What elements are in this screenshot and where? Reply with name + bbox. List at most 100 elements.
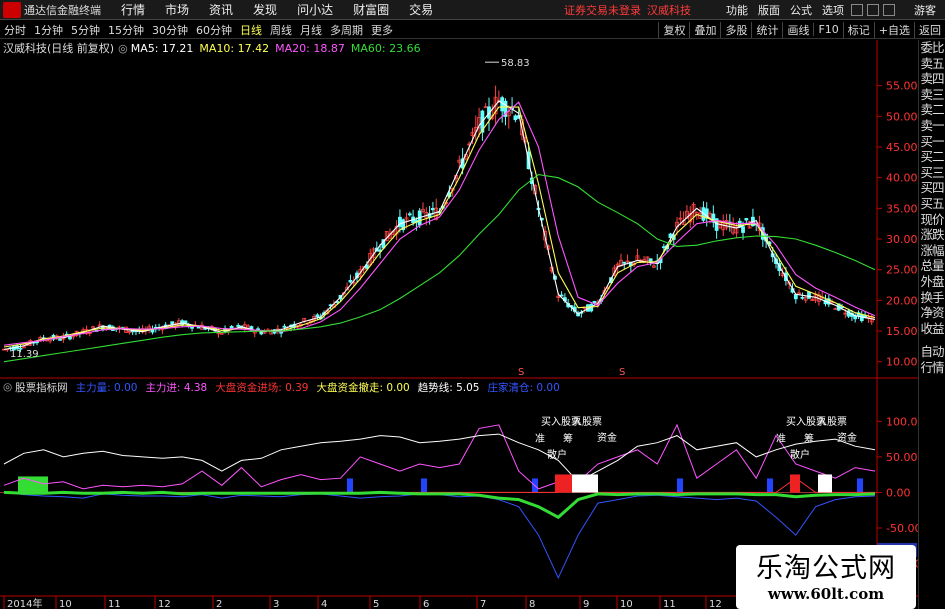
f10-button[interactable]: F10 [813,23,842,36]
ma20-label: MA20: 18.87 [275,41,345,55]
draw-line-button[interactable]: 画线 [782,21,813,38]
adjust-button[interactable]: 复权 [658,21,689,38]
time-tick-label: 10 [59,599,72,609]
menu-discover[interactable]: 发现 [243,1,287,18]
price-tick-label: 50.00 [886,110,918,123]
indicator-value-fund-in: 大盘资金进场: 0.39 [215,381,309,394]
menu-formula[interactable]: 公式 [785,2,817,18]
indicator-bar [677,478,683,493]
sidebar-item-2[interactable]: 卖四 [919,71,945,87]
indicator-signal-label: 入股票 [572,416,602,428]
sidebar-item-1[interactable]: 卖五 [919,56,945,72]
price-tick-label: 35.00 [886,202,918,215]
quote-sidebar: 委比 卖五 卖四 卖三 卖二 卖一 买一 买二 买三 买四 买五 现价 涨跌 涨幅 总量 外盘 换手 净资 收益自动… [918,40,945,609]
menubar: 通达信金融终端 行情 市场 资讯 发现 问小达 财富圈 交易 证券交易未登录 汉… [0,0,945,20]
tab-5min[interactable]: 5分钟 [67,22,104,38]
indicator-signal-label: 入股票 [817,416,847,428]
tab-weekly[interactable]: 周线 [266,22,296,38]
tab-15min[interactable]: 15分钟 [104,22,148,38]
overlay-button[interactable]: 叠加 [689,21,720,38]
settings-icon[interactable]: ◎ [3,381,12,393]
sidebar-item-19[interactable]: 自动 [919,344,945,360]
tab-30min[interactable]: 30分钟 [148,22,192,38]
menu-layout[interactable]: 版面 [753,2,785,18]
menu-market[interactable]: 市场 [155,1,199,18]
sidebar-item-3[interactable]: 卖三 [919,87,945,103]
sidebar-item-6[interactable]: 买一 [919,134,945,150]
sidebar-item-13[interactable]: 涨幅 [919,243,945,259]
candle-body [661,246,666,249]
back-button[interactable]: 返回 [914,21,945,38]
indicator-value-trend: 趋势线: 5.05 [417,381,480,394]
watermark-url: www.60lt.com [767,585,885,603]
candle-body [183,320,188,324]
high-price-label: 58.83 [501,58,530,69]
indicator-bar [421,478,427,493]
app-logo-icon [3,1,21,18]
menu-function[interactable]: 功能 [721,2,753,18]
time-tick-label: 4 [321,599,327,609]
time-tick-label: 11 [108,599,121,609]
time-tick-label: 8 [529,599,535,609]
fund-in-bar [790,474,800,493]
sidebar-item-8[interactable]: 买三 [919,165,945,181]
tab-more[interactable]: 更多 [367,22,397,38]
time-tick-label: 9 [583,599,589,609]
tab-monthly[interactable]: 月线 [296,22,326,38]
login-notice[interactable]: 证券交易未登录 [564,2,641,18]
tab-intraday[interactable]: 分时 [0,22,30,38]
add-watchlist-button[interactable]: +自选 [873,21,914,38]
tab-60min[interactable]: 60分钟 [192,22,236,38]
charts-svg: 58.8311.39SS 买入股票入股票准筹资金散户买入股票入股票准筹资金散户-… [0,40,918,609]
sidebar-item-14[interactable]: 总量 [919,258,945,274]
ma-line-ma20 [3,101,876,346]
menu-quotes[interactable]: 行情 [111,1,155,18]
time-tick-label: 3 [273,599,279,609]
guest-link[interactable]: 游客 [909,2,941,18]
tab-1min[interactable]: 1分钟 [30,22,67,38]
sidebar-item-7[interactable]: 买二 [919,149,945,165]
multi-stock-button[interactable]: 多股 [720,21,751,38]
sidebar-item-15[interactable]: 外盘 [919,274,945,290]
sidebar-item-11[interactable]: 现价 [919,212,945,228]
sidebar-item-20[interactable]: 行情 [919,360,945,376]
menu-wealth[interactable]: 财富圈 [343,1,399,18]
menu-options[interactable]: 选项 [817,2,849,18]
sidebar-item-18[interactable]: 收益 [919,321,945,337]
sidebar-item-10[interactable]: 买五 [919,196,945,212]
statistics-button[interactable]: 统计 [751,21,782,38]
price-tick-label: 45.00 [886,141,918,154]
mark-button[interactable]: 标记 [842,21,874,38]
sidebar-item-0[interactable]: 委比 [919,40,945,56]
maximize-icon[interactable] [867,3,879,16]
ma5-label: MA5: 17.21 [130,41,194,55]
indicator-signal-label: 准 [535,433,545,445]
tab-multi-period[interactable]: 多周期 [326,22,367,38]
sidebar-item-9[interactable]: 买四 [919,180,945,196]
ma60-label: MA60: 23.66 [350,41,421,55]
indicator-signal-label: 散户 [790,448,810,461]
time-tick-label: 6 [423,599,429,609]
indicator-title: 股票指标网 [15,381,68,394]
indicator-signal-label: 筹 [804,432,814,445]
candle-body [431,208,435,211]
sidebar-item-5[interactable]: 卖一 [919,118,945,134]
menu-ask[interactable]: 问小达 [287,1,343,18]
signal-marker: S [518,367,524,378]
minimize-icon[interactable] [851,3,863,16]
close-icon[interactable] [883,3,895,16]
price-tick-label: 40.00 [886,172,918,185]
menu-trade[interactable]: 交易 [399,1,443,18]
candle-body [741,226,745,233]
price-tick-label: 10.00 [886,356,918,369]
sidebar-item-16[interactable]: 换手 [919,290,945,306]
menu-news[interactable]: 资讯 [199,1,243,18]
indicator-signal-label: 准 [776,433,786,445]
sidebar-item-17[interactable]: 净资 [919,305,945,321]
indicator-tick-label: -50.00 [886,522,918,535]
tab-daily[interactable]: 日线 [236,22,266,38]
sidebar-item-4[interactable]: 卖二 [919,102,945,118]
sidebar-item-12[interactable]: 涨跌 [919,227,945,243]
price-tick-label: 15.00 [886,325,918,338]
settings-icon[interactable]: ◎ [118,42,128,55]
